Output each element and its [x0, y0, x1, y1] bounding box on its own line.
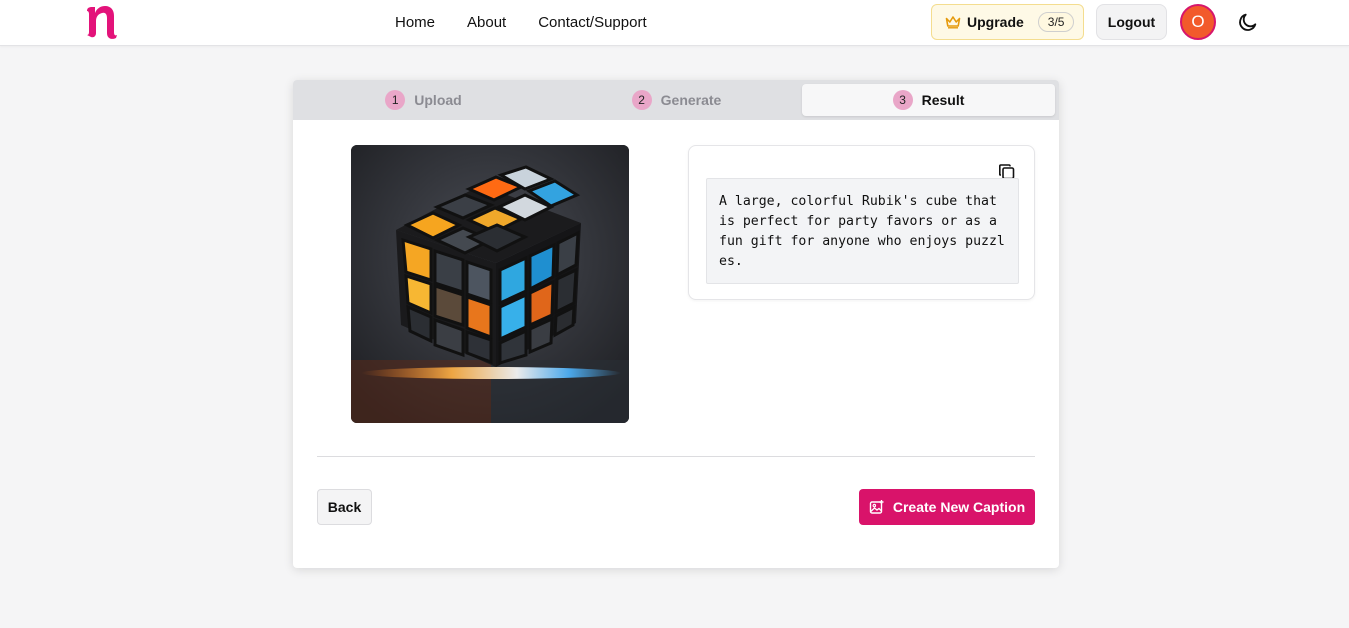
- step-tabs: 1 Upload 2 Generate 3 Result: [293, 80, 1059, 120]
- create-new-caption-label: Create New Caption: [892, 499, 1026, 515]
- upgrade-button[interactable]: Upgrade 3/5: [931, 4, 1084, 40]
- step-generate[interactable]: 2 Generate: [550, 84, 803, 116]
- step-result[interactable]: 3 Result: [802, 84, 1055, 116]
- brand-logo[interactable]: [84, 2, 118, 40]
- step-number-badge: 1: [385, 90, 406, 110]
- moon-icon: [1239, 13, 1257, 31]
- crown-icon: [945, 16, 961, 29]
- step-label: Generate: [660, 92, 722, 108]
- brand-n-logo-icon: [87, 6, 117, 39]
- back-button[interactable]: Back: [317, 489, 372, 525]
- main-nav: Home About Contact/Support: [395, 14, 647, 31]
- generated-caption-text: A large, colorful Rubik's cube that is p…: [706, 178, 1019, 284]
- step-upload[interactable]: 1 Upload: [297, 84, 550, 116]
- uploaded-image: [351, 145, 629, 423]
- nav-home-link[interactable]: Home: [395, 14, 435, 31]
- image-plus-icon: [869, 500, 884, 514]
- step-number-badge: 2: [631, 90, 652, 110]
- upgrade-label: Upgrade: [967, 14, 1024, 30]
- caption-wizard-card: 1 Upload 2 Generate 3 Result A large, co…: [293, 80, 1059, 568]
- user-avatar[interactable]: O: [1180, 4, 1216, 40]
- logout-button[interactable]: Logout: [1096, 4, 1167, 40]
- caption-result-panel: A large, colorful Rubik's cube that is p…: [688, 145, 1035, 300]
- section-divider: [317, 456, 1035, 457]
- create-new-caption-button[interactable]: Create New Caption: [859, 489, 1035, 525]
- usage-count-badge: 3/5: [1037, 12, 1075, 32]
- nav-about-link[interactable]: About: [467, 14, 506, 31]
- step-label: Upload: [414, 92, 462, 108]
- rubiks-cube-image: [351, 145, 629, 423]
- top-navbar: Home About Contact/Support Upgrade 3/5 L…: [0, 0, 1349, 46]
- step-label: Result: [921, 92, 965, 108]
- theme-toggle-button[interactable]: [1237, 11, 1259, 33]
- nav-contact-support-link[interactable]: Contact/Support: [538, 14, 646, 31]
- step-number-badge: 3: [892, 90, 913, 110]
